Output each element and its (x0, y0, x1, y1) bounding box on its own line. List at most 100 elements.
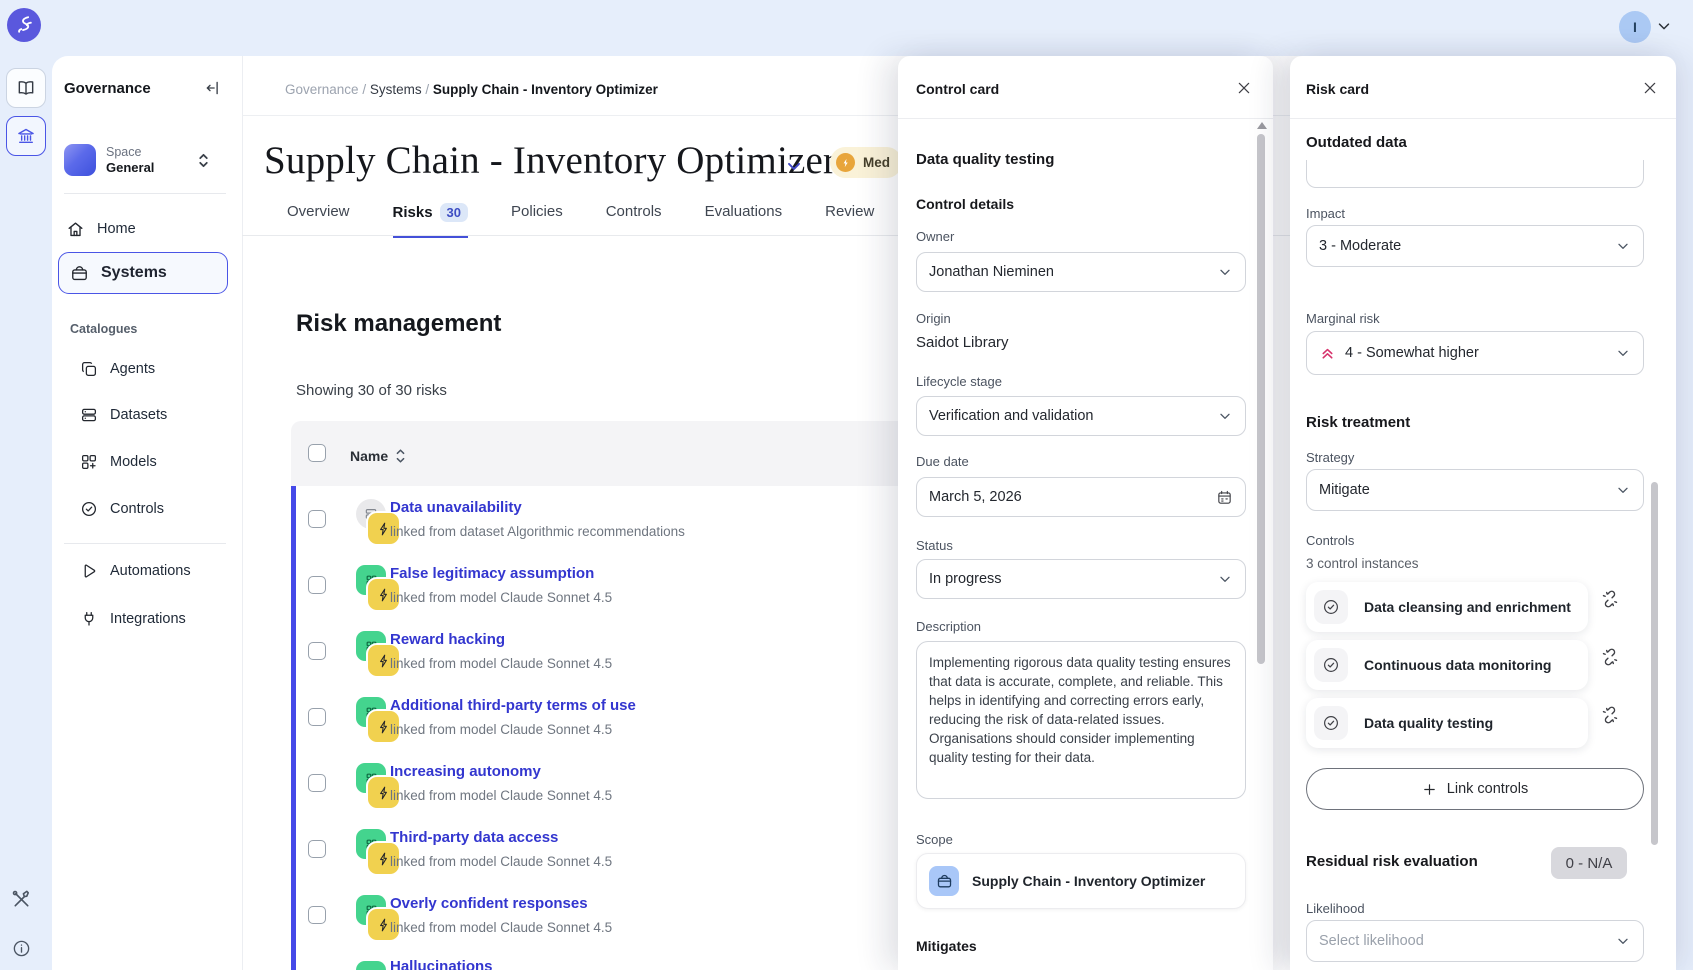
due-date-input[interactable]: March 5, 2026 (916, 477, 1246, 517)
catalogues-section-label: Catalogues (70, 322, 137, 336)
grid-plus-icon (80, 453, 98, 471)
row-checkbox[interactable] (308, 774, 326, 792)
origin-value: Saidot Library (916, 334, 1009, 351)
risk-name-link[interactable]: Overly confident responses (390, 895, 588, 912)
risk-name-link[interactable]: False legitimacy assumption (390, 565, 594, 582)
row-accent-bar (291, 486, 296, 552)
marginal-risk-label: Marginal risk (1306, 311, 1380, 326)
unlink-icon[interactable] (1600, 589, 1620, 609)
impact-select[interactable]: 3 - Moderate (1306, 225, 1644, 267)
risk-name-link[interactable]: Data unavailability (390, 499, 522, 516)
risk-name-link[interactable]: Additional third-party terms of use (390, 697, 636, 714)
row-accent-bar (291, 684, 296, 750)
lifecycle-select[interactable]: Verification and validation (916, 396, 1246, 436)
sidebar-item-controls[interactable]: Controls (80, 495, 164, 523)
row-checkbox[interactable] (308, 510, 326, 528)
tab-label: Controls (606, 203, 662, 220)
tab-label: Overview (287, 203, 350, 220)
tab-controls[interactable]: Controls (606, 203, 662, 233)
tools-icon[interactable] (10, 888, 33, 911)
unlink-icon[interactable] (1600, 705, 1620, 725)
row-accent-bar (291, 552, 296, 618)
user-menu-chevron[interactable] (1655, 17, 1673, 35)
row-checkbox[interactable] (308, 642, 326, 660)
control-card-scrollbar[interactable] (1257, 134, 1265, 664)
tab-risks[interactable]: Risks 30 (393, 203, 469, 238)
row-accent-bar (291, 618, 296, 684)
row-checkbox[interactable] (308, 840, 326, 858)
row-accent-bar (291, 750, 296, 816)
governance-rail-button[interactable] (6, 116, 46, 156)
sidebar-item-systems[interactable]: Systems (58, 252, 228, 294)
sidebar-item-models[interactable]: Models (80, 448, 157, 476)
breadcrumb-section[interactable]: Systems (370, 82, 422, 97)
control-chip[interactable]: Continuous data monitoring (1306, 640, 1588, 690)
risk-card-scrollbar[interactable] (1651, 482, 1658, 845)
strategy-select[interactable]: Mitigate (1306, 469, 1644, 511)
description-textarea[interactable]: Implementing rigorous data quality testi… (916, 641, 1246, 799)
breadcrumb-root[interactable]: Governance (285, 82, 359, 97)
likelihood-label: Likelihood (1306, 901, 1365, 916)
scroll-up-arrow[interactable] (1257, 122, 1267, 129)
space-avatar[interactable] (64, 144, 96, 176)
app-logo[interactable] (7, 8, 41, 42)
link-controls-label: Link controls (1447, 781, 1528, 797)
risk-name-link[interactable]: Increasing autonomy (390, 763, 541, 780)
cutoff-field[interactable] (1306, 160, 1644, 188)
scope-label: Scope (916, 832, 953, 847)
collapse-sidebar-button[interactable] (204, 79, 222, 97)
scope-card[interactable]: Supply Chain - Inventory Optimizer (916, 853, 1246, 909)
row-checkbox[interactable] (308, 708, 326, 726)
due-date-value: March 5, 2026 (929, 489, 1022, 505)
risk-name-link[interactable]: Third-party data access (390, 829, 558, 846)
strategy-value: Mitigate (1319, 482, 1370, 498)
control-details-heading: Control details (916, 196, 1014, 212)
panel-title: Control card (916, 81, 999, 97)
space-switcher[interactable] (196, 151, 211, 170)
info-icon[interactable] (12, 939, 31, 958)
description-label: Description (916, 619, 981, 634)
tab-review[interactable]: Review (825, 203, 874, 233)
sidebar-item-integrations[interactable]: Integrations (80, 605, 186, 633)
sidebar-item-automations[interactable]: Automations (80, 557, 191, 585)
close-icon[interactable] (1642, 80, 1658, 96)
library-rail-button[interactable] (6, 68, 46, 108)
risk-name-link[interactable]: Hallucinations (390, 958, 493, 970)
status-label: Status (916, 538, 953, 553)
tab-overview[interactable]: Overview (287, 203, 350, 233)
section-heading: Risk management (296, 310, 501, 338)
sidebar-item-datasets[interactable]: Datasets (80, 401, 167, 429)
row-checkbox[interactable] (308, 906, 326, 924)
select-all-checkbox[interactable] (308, 444, 326, 462)
risk-name-link[interactable]: Reward hacking (390, 631, 505, 648)
control-chip-label: Data cleansing and enrichment (1364, 599, 1571, 615)
name-column-header[interactable]: Name (350, 448, 406, 464)
chevron-down-icon (1655, 17, 1673, 35)
breadcrumb-separator: / (425, 82, 429, 97)
likelihood-select[interactable]: Select likelihood (1306, 920, 1644, 962)
control-chip[interactable]: Data cleansing and enrichment (1306, 582, 1588, 632)
tab-policies[interactable]: Policies (511, 203, 563, 233)
double-chevron-up-icon (1319, 345, 1336, 362)
user-avatar[interactable]: I (1619, 11, 1651, 43)
row-accent-bar (291, 816, 296, 882)
sidebar-item-agents[interactable]: Agents (80, 355, 155, 383)
control-chip[interactable]: Data quality testing (1306, 698, 1588, 748)
owner-select[interactable]: Jonathan Nieminen (916, 252, 1246, 292)
link-controls-button[interactable]: Link controls (1306, 768, 1644, 810)
risk-linked-from: linked from model Claude Sonnet 4.5 (390, 590, 612, 605)
unlink-icon[interactable] (1600, 647, 1620, 667)
database-icon (80, 406, 98, 424)
row-checkbox[interactable] (308, 576, 326, 594)
sidebar-item-home[interactable]: Home (66, 215, 136, 243)
marginal-risk-select[interactable]: 4 - Somewhat higher (1306, 331, 1644, 375)
title-dropdown-button[interactable] (784, 156, 804, 176)
risk-linked-from: linked from dataset Algorithmic recommen… (390, 524, 685, 539)
sidebar-item-label: Automations (110, 563, 191, 579)
status-select[interactable]: In progress (916, 559, 1246, 599)
tab-evaluations[interactable]: Evaluations (705, 203, 783, 233)
tab-label: Risks (393, 204, 433, 221)
plus-icon (1422, 782, 1437, 797)
close-icon[interactable] (1236, 80, 1252, 96)
sidebar-divider (242, 56, 243, 970)
